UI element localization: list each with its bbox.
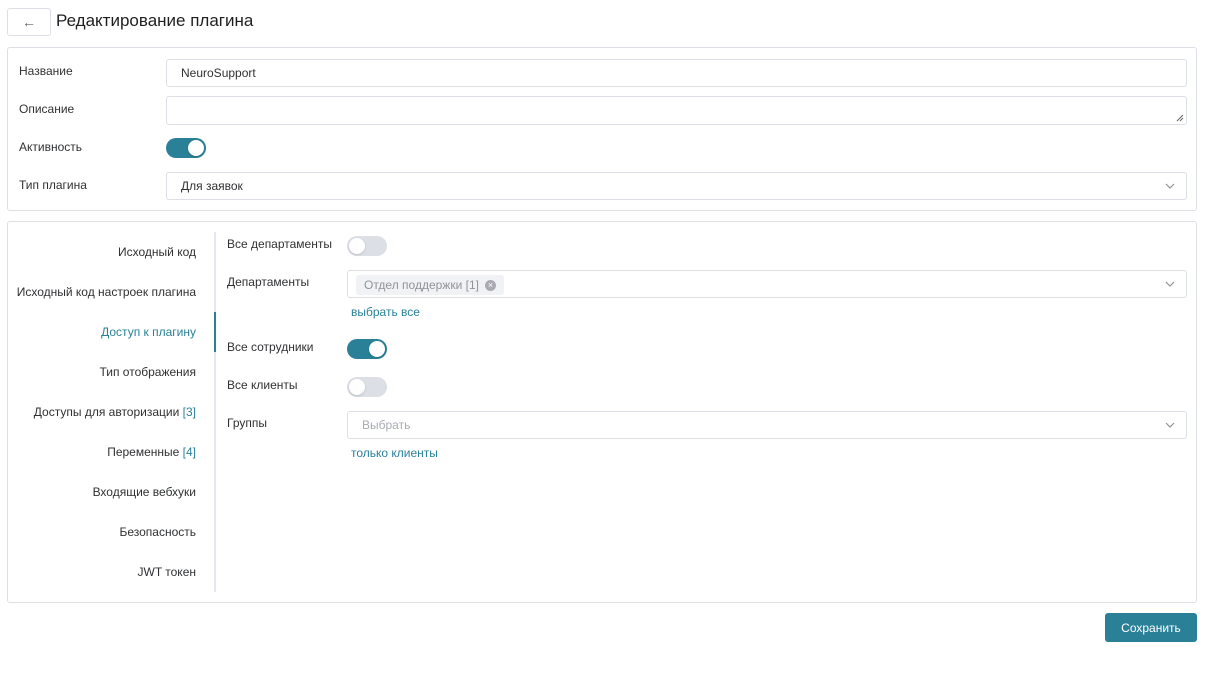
chevron-down-icon	[1165, 183, 1175, 189]
side-item-label: Переменные	[107, 445, 180, 459]
plugin-type-select[interactable]: Для заявок	[166, 172, 1187, 200]
close-icon[interactable]: ×	[484, 279, 496, 291]
save-button-label: Сохранить	[1121, 620, 1181, 635]
groups-placeholder: Выбрать	[362, 418, 411, 432]
side-item-auth-access[interactable]: Доступы для авторизации [3]	[34, 405, 196, 419]
side-item-jwt-token[interactable]: JWT токен	[138, 565, 197, 579]
department-tag-label: Отдел поддержки [1]	[364, 278, 479, 292]
all-clients-toggle[interactable]	[347, 377, 387, 397]
side-item-variables[interactable]: Переменные [4]	[107, 445, 196, 459]
select-all-link[interactable]: выбрать все	[351, 305, 420, 319]
page-title: Редактирование плагина	[56, 11, 254, 30]
all-departments-label: Все департаменты	[227, 237, 332, 251]
side-item-label: JWT токен	[137, 565, 197, 579]
toggle-knob	[349, 238, 365, 254]
side-item-incoming-webhooks[interactable]: Входящие вебхуки	[93, 485, 196, 499]
department-tag: Отдел поддержки [1] ×	[356, 275, 504, 295]
plugin-type-value: Для заявок	[181, 179, 243, 193]
side-item-count: [4]	[182, 445, 196, 459]
plugin-sections-card: Исходный код Исходный код настроек плаги…	[7, 221, 1197, 603]
side-item-label: Доступы для авторизации	[33, 405, 180, 419]
side-item-label: Безопасность	[119, 525, 196, 539]
active-indicator	[214, 312, 216, 352]
side-item-security[interactable]: Безопасность	[119, 525, 196, 539]
chevron-down-icon	[1165, 281, 1175, 287]
toggle-knob	[349, 379, 365, 395]
side-item-label: Исходный код настроек плагина	[16, 285, 196, 299]
all-clients-label: Все клиенты	[227, 378, 298, 392]
name-label: Название	[19, 64, 73, 78]
side-item-label: Доступ к плагину	[101, 325, 196, 339]
back-button[interactable]: ←	[7, 8, 51, 36]
description-label: Описание	[19, 102, 75, 116]
chevron-down-icon	[1165, 422, 1175, 428]
groups-label: Группы	[227, 416, 267, 430]
activity-toggle[interactable]	[166, 138, 206, 158]
all-employees-label: Все сотрудники	[227, 340, 314, 354]
departments-select[interactable]: Отдел поддержки [1] ×	[347, 270, 1187, 298]
side-item-count: [3]	[182, 405, 196, 419]
arrow-left-icon: ←	[22, 14, 36, 30]
plugin-settings-card: Название NeuroSupport Описание Активност…	[7, 47, 1197, 211]
side-item-label: Исходный код	[118, 245, 196, 259]
save-button[interactable]: Сохранить	[1105, 613, 1197, 642]
resize-handle-icon[interactable]	[1176, 114, 1184, 122]
toggle-knob	[369, 341, 385, 357]
plugin-edit-page: ← Редактирование плагина Название NeuroS…	[0, 0, 1231, 673]
activity-label: Активность	[19, 140, 83, 154]
side-item-source-code[interactable]: Исходный код	[118, 245, 196, 259]
name-input[interactable]: NeuroSupport	[166, 59, 1187, 87]
side-item-plugin-access[interactable]: Доступ к плагину	[101, 325, 196, 339]
plugin-type-label: Тип плагина	[19, 178, 87, 192]
all-departments-toggle[interactable]	[347, 236, 387, 256]
description-textarea[interactable]	[166, 96, 1187, 125]
side-item-label: Входящие вебхуки	[92, 485, 196, 499]
all-employees-toggle[interactable]	[347, 339, 387, 359]
departments-label: Департаменты	[227, 275, 310, 289]
side-item-label: Тип отображения	[99, 365, 196, 379]
only-clients-link[interactable]: только клиенты	[351, 446, 438, 460]
name-value: NeuroSupport	[181, 66, 256, 80]
section-side-menu: Исходный код Исходный код настроек плаги…	[8, 232, 216, 592]
toggle-knob	[188, 140, 204, 156]
side-item-display-type[interactable]: Тип отображения	[99, 365, 196, 379]
groups-select[interactable]: Выбрать	[347, 411, 1187, 439]
side-item-settings-source-code[interactable]: Исходный код настроек плагина	[17, 285, 196, 299]
